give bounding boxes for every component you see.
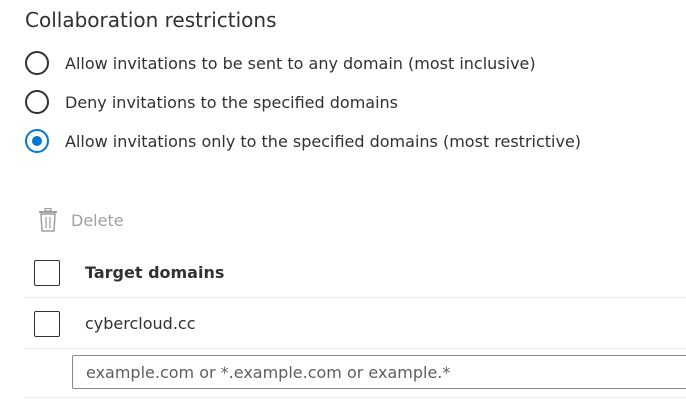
radio-label: Allow invitations to be sent to any doma… [65, 53, 536, 73]
column-header-target-domains: Target domains [85, 263, 225, 282]
new-domain-input[interactable] [72, 355, 686, 389]
radio-deny-specified-domains[interactable]: Deny invitations to the specified domain… [25, 89, 398, 115]
radio-allow-any-domain[interactable]: Allow invitations to be sent to any doma… [25, 50, 536, 76]
divider [25, 397, 686, 398]
section-title: Collaboration restrictions [25, 8, 277, 32]
select-all-checkbox[interactable] [34, 259, 60, 286]
domain-cell: cybercloud.cc [85, 314, 196, 333]
radio-allow-only-specified-domains[interactable]: Allow invitations only to the specified … [25, 128, 581, 154]
collaboration-restrictions-panel: Collaboration restrictions Allow invitat… [0, 0, 686, 402]
delete-label: Delete [71, 210, 124, 230]
delete-button[interactable]: Delete [38, 206, 124, 234]
radio-label: Allow invitations only to the specified … [65, 131, 582, 151]
table-row[interactable]: cybercloud.cc [25, 299, 686, 349]
radio-button-checked[interactable] [25, 129, 49, 153]
row-checkbox[interactable] [34, 310, 60, 337]
trash-icon [38, 208, 58, 232]
table-header-row: Target domains [25, 248, 686, 298]
radio-button-unchecked[interactable] [25, 51, 49, 75]
radio-label: Deny invitations to the specified domain… [65, 92, 398, 112]
radio-button-unchecked[interactable] [25, 90, 49, 114]
